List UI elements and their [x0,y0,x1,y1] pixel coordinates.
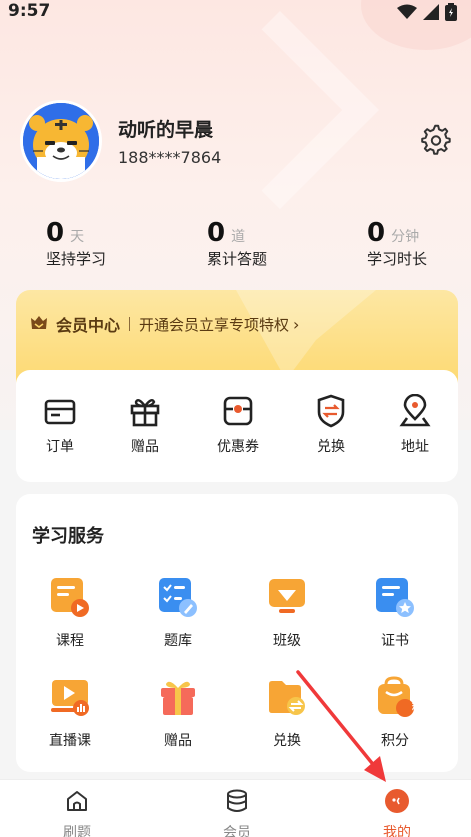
study-services-card: 学习服务 课程 题库 班级 证书 直播课 赠品 兑换 积 积分 [16,494,458,772]
stat-label: 学习时长 [367,250,428,268]
tab-mine[interactable]: 我的 [357,788,437,837]
gear-icon[interactable] [420,124,452,156]
profile-icon [385,789,409,813]
service-points[interactable]: 积 积分 [360,676,430,750]
order-item-label: 地址 [401,439,429,455]
service-label: 课程 [56,633,84,649]
stat-value: 0 [46,218,65,248]
order-item-exchange[interactable]: 兑换 [301,394,361,456]
class-icon [269,579,305,613]
order-item-label: 赠品 [131,439,159,455]
tab-label: 刷题 [63,825,91,837]
points-icon [378,676,414,717]
gift-box-icon [161,681,195,715]
stat-questions[interactable]: 0道 累计答题 [207,218,267,269]
service-label: 兑换 [273,733,301,749]
order-item-gifts[interactable]: 赠品 [115,394,175,456]
question-bank-icon [159,578,197,617]
service-live-class[interactable]: 直播课 [35,676,105,750]
status-time: 9:57 [8,1,51,21]
nickname[interactable]: 动听的早晨 [118,115,213,142]
stat-value: 0 [367,218,386,248]
points-badge: 积 [412,703,422,714]
chevron-right-icon: › [293,314,300,334]
service-label: 直播课 [49,733,91,749]
signal-icon [423,4,439,20]
certificate-icon [376,578,414,617]
coins-icon [227,789,247,812]
section-title: 学习服务 [32,526,104,547]
service-certificate[interactable]: 证书 [360,576,430,650]
stat-value: 0 [207,218,226,248]
service-gifts[interactable]: 赠品 [143,676,213,750]
avatar[interactable] [20,100,102,182]
crown-icon [31,316,47,329]
status-bar: 9:57 [0,0,471,24]
order-item-label: 优惠券 [217,439,259,455]
service-class[interactable]: 班级 [252,576,322,650]
service-redeem[interactable]: 兑换 [252,676,322,750]
stat-unit: 道 [231,229,246,245]
divider [129,317,131,331]
service-question-bank[interactable]: 题库 [143,576,213,650]
live-class-icon [51,680,89,716]
service-label: 班级 [273,633,301,649]
stat-study-days[interactable]: 0天 坚持学习 [46,218,106,269]
service-course[interactable]: 课程 [35,576,105,650]
order-item-coupons[interactable]: 优惠券 [208,394,268,456]
service-label: 证书 [381,633,409,649]
redeem-icon [269,681,305,715]
bottom-nav: 刷题 会员 我的 [0,779,471,837]
stat-label: 坚持学习 [46,250,107,268]
order-icon [44,399,76,425]
member-desc: 开通会员立享专项特权 [139,315,290,334]
tab-label: 我的 [383,825,411,837]
exchange-icon [317,394,345,428]
stat-unit: 天 [70,229,85,245]
stat-study-time[interactable]: 0 分钟 学习时长 [367,218,427,269]
location-icon [399,393,431,427]
orders-card: 订单 赠品 优惠券 兑换 地址 [16,370,458,482]
decor-chevron [181,11,379,209]
order-item-label: 兑换 [317,439,345,455]
wifi-icon [397,4,417,19]
gift-icon [130,399,160,427]
order-item-address[interactable]: 地址 [385,393,445,456]
tiger-avatar-icon [23,103,99,179]
order-item-orders[interactable]: 订单 [30,394,90,456]
coupon-icon [223,396,253,426]
stat-label: 累计答题 [207,250,268,268]
course-icon [51,578,89,617]
order-item-label: 订单 [46,439,74,455]
home-icon [67,791,87,811]
stat-unit: 分钟 [391,229,420,245]
tab-member[interactable]: 会员 [197,788,277,837]
phone-number: 188****7864 [118,148,222,167]
member-title: 会员中心 [56,316,121,335]
tab-practice[interactable]: 刷题 [37,788,117,837]
service-label: 赠品 [164,733,192,749]
service-label: 题库 [164,633,192,649]
tab-label: 会员 [223,825,251,837]
service-label: 积分 [381,733,409,749]
battery-icon [445,3,457,21]
